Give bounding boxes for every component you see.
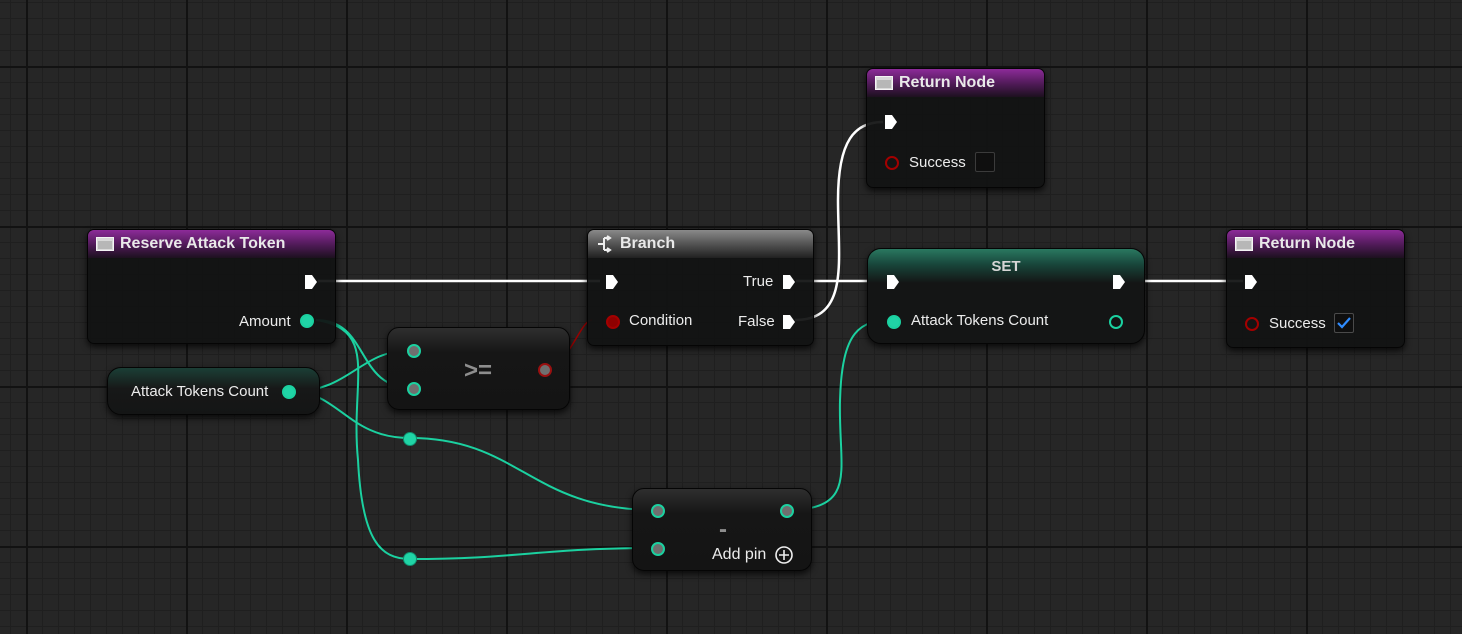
add-pin-label: Add pin — [712, 546, 767, 563]
exec-in-pin-icon[interactable] — [886, 274, 900, 290]
branch-header[interactable]: Branch — [588, 230, 813, 258]
condition-pin[interactable] — [606, 315, 620, 329]
exec-out-pin-icon[interactable] — [304, 274, 318, 290]
subtract-input-b-pin[interactable] — [651, 542, 665, 556]
branch-node[interactable]: Branch True Condition False — [587, 229, 814, 346]
false-label: False — [738, 313, 775, 330]
reroute-knot-upper[interactable] — [403, 432, 417, 446]
success-label: Success — [1269, 315, 1326, 332]
return-node-top-header[interactable]: Return Node — [867, 69, 1044, 97]
set-input-pin[interactable] — [887, 315, 901, 329]
add-pin-button[interactable]: Add pin — [712, 545, 794, 565]
reserve-attack-token-node[interactable]: Reserve Attack Token Amount — [87, 229, 336, 344]
wire-reroute-high-to-subtract-a — [409, 437, 657, 511]
set-output-pin[interactable] — [1109, 315, 1123, 329]
exec-out-pin-icon[interactable] — [1112, 274, 1126, 290]
success-label: Success — [909, 154, 966, 171]
getter-label: Attack Tokens Count — [131, 383, 269, 400]
subtract-output-pin[interactable] — [780, 504, 794, 518]
subtract-input-a-pin[interactable] — [651, 504, 665, 518]
reserve-attack-token-title: Reserve Attack Token — [120, 235, 286, 252]
branch-title: Branch — [620, 235, 676, 252]
exec-in-pin-icon[interactable] — [605, 274, 619, 290]
compare-symbol: >= — [463, 357, 493, 384]
success-checkbox[interactable] — [975, 152, 995, 172]
set-var-label: Attack Tokens Count — [911, 312, 1049, 329]
branch-icon — [598, 235, 612, 253]
return-node-right-title: Return Node — [1259, 235, 1355, 252]
return-node-right[interactable]: Return Node Success — [1226, 229, 1405, 348]
wire-subtract-to-set — [785, 319, 894, 511]
function-icon — [875, 76, 893, 90]
success-checkbox[interactable] — [1334, 313, 1354, 333]
wire-reroute-low-to-subtract-b — [409, 547, 657, 560]
success-pin[interactable] — [1245, 317, 1259, 331]
return-node-top[interactable]: Return Node Success — [866, 68, 1045, 188]
exec-true-pin-icon[interactable] — [782, 274, 796, 290]
exec-in-pin-icon[interactable] — [884, 114, 898, 130]
exec-false-pin-icon[interactable] — [782, 314, 796, 330]
reroute-knot-lower[interactable] — [403, 552, 417, 566]
function-icon — [1235, 237, 1253, 251]
attack-tokens-count-getter[interactable]: Attack Tokens Count — [107, 367, 320, 415]
add-pin-icon — [775, 546, 794, 564]
set-node[interactable]: SET Attack Tokens Count — [867, 248, 1145, 344]
function-icon — [96, 237, 114, 251]
subtract-node[interactable]: - Add pin — [632, 488, 812, 571]
set-header: SET — [868, 249, 1144, 283]
success-pin[interactable] — [885, 156, 899, 170]
getter-output-pin[interactable] — [282, 385, 296, 399]
compare-input-a-pin[interactable] — [407, 344, 421, 358]
compare-node[interactable]: >= — [387, 327, 570, 410]
compare-input-b-pin[interactable] — [407, 382, 421, 396]
condition-label: Condition — [629, 312, 693, 329]
set-title: SET — [991, 258, 1021, 275]
exec-in-pin-icon[interactable] — [1244, 274, 1258, 290]
subtract-symbol: - — [719, 516, 727, 543]
true-label: True — [743, 273, 774, 290]
return-node-right-header[interactable]: Return Node — [1227, 230, 1404, 258]
return-node-top-title: Return Node — [899, 74, 995, 91]
amount-pin[interactable] — [300, 314, 314, 328]
compare-output-pin[interactable] — [538, 363, 552, 377]
amount-label: Amount — [239, 313, 291, 330]
checkbox-checked-icon — [1337, 317, 1351, 329]
reserve-attack-token-header[interactable]: Reserve Attack Token — [88, 230, 335, 258]
